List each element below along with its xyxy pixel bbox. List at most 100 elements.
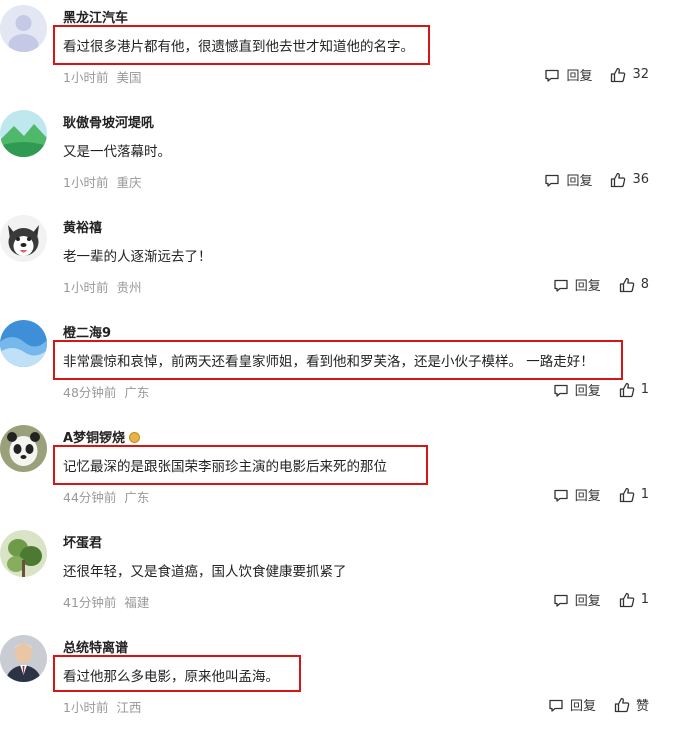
comment-time: 1小时前 [63,280,109,295]
comment-item: 黄裕禧 老一辈的人逐渐远去了！ 1小时前 贵州 回复 8 [0,210,677,315]
comment-location: 广东 [124,490,150,505]
medal-badge-icon [129,432,141,443]
comment-text: 看过他那么多电影，原来他叫孟海。 [63,669,279,685]
reply-button[interactable]: 回复 [553,485,601,504]
reply-button[interactable]: 回复 [548,695,596,714]
avatar[interactable] [0,530,47,577]
comment-time: 1小时前 [63,70,109,85]
comment-meta: 44分钟前 广东 [63,487,149,506]
thumbs-up-icon [611,172,626,187]
comment-meta: 1小时前 美国 [63,67,141,86]
comment-meta: 41分钟前 福建 [63,592,149,611]
comment-time: 44分钟前 [63,490,117,505]
like-button[interactable]: 1 [619,382,649,398]
like-count: 32 [632,67,649,82]
like-button[interactable]: 36 [610,172,649,188]
comment-item: 坏蛋君 还很年轻，又是食道癌，国人饮食健康要抓紧了 41分钟前 福建 回复 1 [0,525,677,630]
like-button[interactable]: 赞 [614,695,649,714]
avatar[interactable] [0,320,47,367]
username[interactable]: 橙二海9 [63,322,111,341]
like-count: 1 [640,592,649,607]
comment-text: 记忆最深的是跟张国荣李丽珍主演的电影后来死的那位 [63,459,387,475]
reply-button[interactable]: 回复 [553,590,601,609]
reply-icon [554,489,568,502]
comment-time: 1小时前 [63,700,109,715]
comment-location: 江西 [116,700,142,715]
like-button[interactable]: 1 [619,487,649,503]
comment-time: 1小时前 [63,175,109,190]
like-count: 36 [632,172,649,187]
username[interactable]: 黄裕禧 [63,217,102,236]
like-count: 1 [640,487,649,502]
comment-actions: 回复 36 [544,170,649,189]
comment-text: 老一辈的人逐渐远去了！ [63,249,212,265]
comment-meta: 48分钟前 广东 [63,382,149,401]
comment-location: 贵州 [116,280,142,295]
like-label: 赞 [635,699,649,714]
reply-icon [549,699,563,712]
avatar[interactable] [0,110,47,157]
comment-meta: 1小时前 贵州 [63,277,141,296]
username[interactable]: 总统特离谱 [63,637,128,656]
avatar[interactable] [0,215,47,262]
avatar[interactable] [0,635,47,682]
reply-icon [554,594,568,607]
reply-label: 回复 [574,489,601,504]
username[interactable]: 坏蛋君 [63,532,102,551]
username-text: A梦铜锣烧 [63,431,126,446]
comment-actions: 回复 8 [553,275,649,294]
reply-label: 回复 [569,699,596,714]
reply-button[interactable]: 回复 [553,380,601,399]
reply-label: 回复 [566,174,593,189]
comment-meta: 1小时前 江西 [63,697,141,716]
reply-icon [545,174,560,187]
reply-icon [554,384,568,397]
comment-actions: 回复 赞 [548,695,649,714]
like-count: 1 [640,382,649,397]
reply-label: 回复 [574,279,601,294]
comment-actions: 回复 1 [553,590,649,609]
comment-actions: 回复 32 [544,65,649,84]
thumbs-up-icon [619,277,635,292]
thumbs-up-icon [614,697,630,712]
comment-time: 48分钟前 [63,385,117,400]
comment-item: A梦铜锣烧 记忆最深的是跟张国荣李丽珍主演的电影后来死的那位 44分钟前 广东 回… [0,420,677,525]
reply-button[interactable]: 回复 [553,275,601,294]
comment-item: 橙二海9 非常震惊和哀悼，前两天还看皇家师姐，看到他和罗芙洛，还是小伙子模样。 … [0,315,677,420]
reply-icon [545,69,560,82]
thumbs-up-icon [611,67,626,82]
avatar[interactable] [0,425,47,472]
reply-label: 回复 [574,384,601,399]
comment-item: 总统特离谱 看过他那么多电影，原来他叫孟海。 1小时前 江西 回复 赞 [0,630,677,735]
like-count: 8 [640,277,649,292]
avatar[interactable] [0,5,47,52]
comment-item: 耿傲骨坡河堤吼 又是一代落幕时。 1小时前 重庆 回复 36 [0,105,677,210]
comment-location: 美国 [116,70,142,85]
reply-icon [554,279,568,292]
comment-text: 又是一代落幕时。 [63,144,171,160]
username[interactable]: A梦铜锣烧 [63,427,141,446]
reply-button[interactable]: 回复 [544,170,592,189]
comment-actions: 回复 1 [553,380,649,399]
comment-time: 41分钟前 [63,595,117,610]
comment-text: 非常震惊和哀悼，前两天还看皇家师姐，看到他和罗芙洛，还是小伙子模样。 一路走好！ [63,354,594,370]
reply-button[interactable]: 回复 [544,65,592,84]
comment-location: 重庆 [116,175,142,190]
like-button[interactable]: 32 [610,67,649,83]
comment-item: 黑龙江汽车 看过很多港片都有他，很遗憾直到他去世才知道他的名字。 1小时前 美国 … [0,0,677,105]
reply-label: 回复 [574,594,601,609]
comment-location: 福建 [124,595,150,610]
thumbs-up-icon [619,592,635,607]
username[interactable]: 耿傲骨坡河堤吼 [63,112,154,131]
username[interactable]: 黑龙江汽车 [63,7,128,26]
like-button[interactable]: 1 [619,592,649,608]
reply-label: 回复 [566,69,593,84]
comment-meta: 1小时前 重庆 [63,172,141,191]
comment-location: 广东 [124,385,150,400]
comment-actions: 回复 1 [553,485,649,504]
like-button[interactable]: 8 [619,277,649,293]
comment-text: 还很年轻，又是食道癌，国人饮食健康要抓紧了 [63,564,347,580]
thumbs-up-icon [619,382,635,397]
comment-text: 看过很多港片都有他，很遗憾直到他去世才知道他的名字。 [63,39,414,55]
thumbs-up-icon [619,487,635,502]
